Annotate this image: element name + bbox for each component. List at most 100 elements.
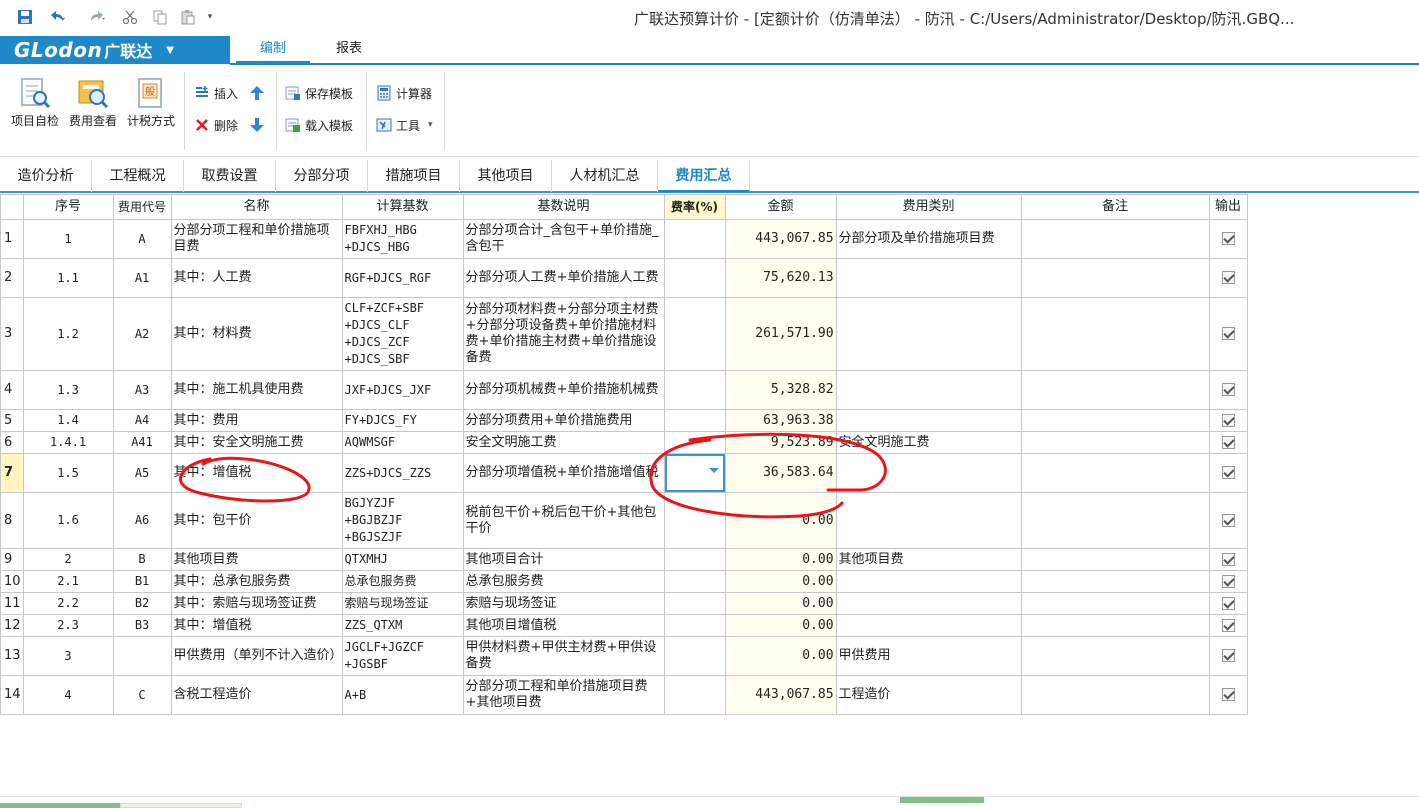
table-row[interactable]: 13 3 甲供费用（单列不计入造价） JGCLF+JGZCF +JGSBF 甲供材料费+… (0, 636, 1248, 676)
output-cell[interactable] (1208, 453, 1248, 493)
row-number-cell[interactable]: 13 (0, 636, 24, 676)
row-number-cell[interactable]: 2 (0, 258, 24, 298)
code-cell[interactable]: C (112, 675, 172, 715)
desc-cell[interactable]: 总承包服务费 (462, 570, 665, 593)
sheet-tab-indicator[interactable] (0, 803, 120, 808)
tab-labor-material-summary[interactable]: 人材机汇总 (552, 160, 658, 192)
note-cell[interactable] (1020, 570, 1210, 593)
header-desc[interactable]: 基数说明 (462, 194, 665, 220)
amount-cell[interactable]: 0.00 (724, 614, 837, 637)
header-base[interactable]: 计算基数 (341, 194, 464, 220)
output-cell[interactable] (1208, 614, 1248, 637)
desc-cell[interactable]: 分部分项材料费+分部分项主材费+分部分项设备费+单价措施材料费+单价措施主材费+… (462, 297, 665, 371)
rate-cell[interactable] (663, 570, 726, 593)
base-cell[interactable]: QTXMHJ (341, 548, 464, 571)
header-amount[interactable]: 金额 (724, 194, 837, 220)
code-cell[interactable]: B (112, 548, 172, 571)
output-cell[interactable] (1208, 570, 1248, 593)
output-cell[interactable] (1208, 219, 1248, 259)
desc-cell[interactable]: 分部分项增值税+单价措施增值税 (462, 453, 665, 493)
table-row[interactable]: 12 2.3 B3 其中：增值税 ZZS_QTXM 其他项目增值税 0.00 (0, 614, 1248, 637)
amount-cell[interactable]: 5,328.82 (724, 370, 837, 410)
table-row[interactable]: 11 2.2 B2 其中：索赔与现场签证费 索赔与现场签证 索赔与现场签证 0.00 (0, 592, 1248, 615)
note-cell[interactable] (1020, 675, 1210, 715)
output-checkbox[interactable] (1221, 574, 1235, 588)
seq-cell[interactable]: 2.1 (22, 570, 114, 593)
base-cell[interactable]: FBFXHJ_HBG +DJCS_HBG (341, 219, 464, 259)
output-cell[interactable] (1208, 370, 1248, 410)
desc-cell[interactable]: 分部分项工程和单价措施项目费+其他项目费 (462, 675, 665, 715)
move-up-button[interactable] (248, 82, 266, 104)
name-cell[interactable]: 其中：材料费 (170, 297, 343, 371)
desc-cell[interactable]: 分部分项合计_含包干+单价措施_含包干 (462, 219, 665, 259)
code-cell[interactable]: A1 (112, 258, 172, 298)
rate-cell[interactable] (663, 636, 726, 676)
scroll-handle[interactable] (900, 797, 984, 803)
delete-button[interactable]: 删除 (194, 114, 238, 136)
desc-cell[interactable]: 分部分项机械费+单价措施机械费 (462, 370, 665, 410)
desc-cell[interactable]: 甲供材料费+甲供主材费+甲供设备费 (462, 636, 665, 676)
table-row[interactable]: 9 2 B 其他项目费 QTXMHJ 其他项目合计 0.00 其他项目费 (0, 548, 1248, 571)
code-cell[interactable]: A6 (112, 492, 172, 549)
tab-sub-items[interactable]: 分部分项 (276, 160, 368, 192)
table-row[interactable]: 1 1 A 分部分项工程和单价措施项目费 FBFXHJ_HBG +DJCS_HBG 分部分… (0, 219, 1248, 259)
code-cell[interactable]: A3 (112, 370, 172, 410)
fee-view-button[interactable]: 费用查看 (64, 76, 122, 136)
category-cell[interactable]: 安全文明施工费 (835, 431, 1022, 454)
insert-button[interactable]: 插入 (194, 82, 238, 104)
seq-cell[interactable]: 1.4 (22, 409, 114, 432)
row-number-cell[interactable]: 8 (0, 492, 24, 549)
base-cell[interactable]: 总承包服务费 (341, 570, 464, 593)
row-number-cell[interactable]: 6 (0, 431, 24, 454)
header-note[interactable]: 备注 (1020, 194, 1210, 220)
output-checkbox[interactable] (1221, 618, 1235, 632)
load-template-button[interactable]: 载入模板 (285, 114, 353, 136)
seq-cell[interactable]: 1.6 (22, 492, 114, 549)
amount-cell[interactable]: 0.00 (724, 492, 837, 549)
note-cell[interactable] (1020, 258, 1210, 298)
base-cell[interactable]: ZZS+DJCS_ZZS (341, 453, 464, 493)
ribbon-tab-report[interactable]: 报表 (312, 36, 386, 64)
desc-cell[interactable]: 分部分项人工费+单价措施人工费 (462, 258, 665, 298)
seq-cell[interactable]: 2.2 (22, 592, 114, 615)
undo-icon[interactable] (44, 6, 70, 28)
amount-cell[interactable]: 0.00 (724, 592, 837, 615)
name-cell[interactable]: 其中：包干价 (170, 492, 343, 549)
name-cell[interactable]: 其中：索赔与现场签证费 (170, 592, 343, 615)
output-checkbox[interactable] (1221, 435, 1235, 449)
seq-cell[interactable]: 1.1 (22, 258, 114, 298)
rate-cell[interactable] (663, 431, 726, 454)
header-rate[interactable]: 费率(%) (663, 194, 726, 220)
seq-cell[interactable]: 1.5 (22, 453, 114, 493)
code-cell[interactable]: A41 (112, 431, 172, 454)
table-row[interactable]: 8 1.6 A6 其中：包干价 BGJYZJF +BGJBZJF +BGJSZJF 税前包… (0, 492, 1248, 549)
header-category[interactable]: 费用类别 (835, 194, 1022, 220)
row-number-cell[interactable]: 14 (0, 675, 24, 715)
base-cell[interactable]: BGJYZJF +BGJBZJF +BGJSZJF (341, 492, 464, 549)
tab-fee-settings[interactable]: 取费设置 (184, 160, 276, 192)
seq-cell[interactable]: 2.3 (22, 614, 114, 637)
note-cell[interactable] (1020, 592, 1210, 615)
name-cell[interactable]: 其中：人工费 (170, 258, 343, 298)
base-cell[interactable]: JGCLF+JGZCF +JGSBF (341, 636, 464, 676)
row-number-cell[interactable]: 11 (0, 592, 24, 615)
code-cell[interactable]: B3 (112, 614, 172, 637)
name-cell[interactable]: 其他项目费 (170, 548, 343, 571)
amount-cell[interactable]: 0.00 (724, 548, 837, 571)
note-cell[interactable] (1020, 492, 1210, 549)
row-number-cell[interactable]: 10 (0, 570, 24, 593)
output-cell[interactable] (1208, 675, 1248, 715)
note-cell[interactable] (1020, 548, 1210, 571)
category-cell[interactable] (835, 409, 1022, 432)
ribbon-tab-edit[interactable]: 编制 (236, 36, 310, 64)
base-cell[interactable]: JXF+DJCS_JXF (341, 370, 464, 410)
calculator-button[interactable]: 计算器 (376, 82, 432, 104)
row-number-cell[interactable]: 7 (0, 453, 24, 493)
row-number-cell[interactable]: 12 (0, 614, 24, 637)
tab-measures[interactable]: 措施项目 (368, 160, 460, 192)
row-number-cell[interactable]: 3 (0, 297, 24, 371)
chevron-down-icon[interactable] (708, 468, 719, 473)
code-cell[interactable]: A5 (112, 453, 172, 493)
code-cell[interactable] (112, 636, 172, 676)
seq-cell[interactable]: 2 (22, 548, 114, 571)
